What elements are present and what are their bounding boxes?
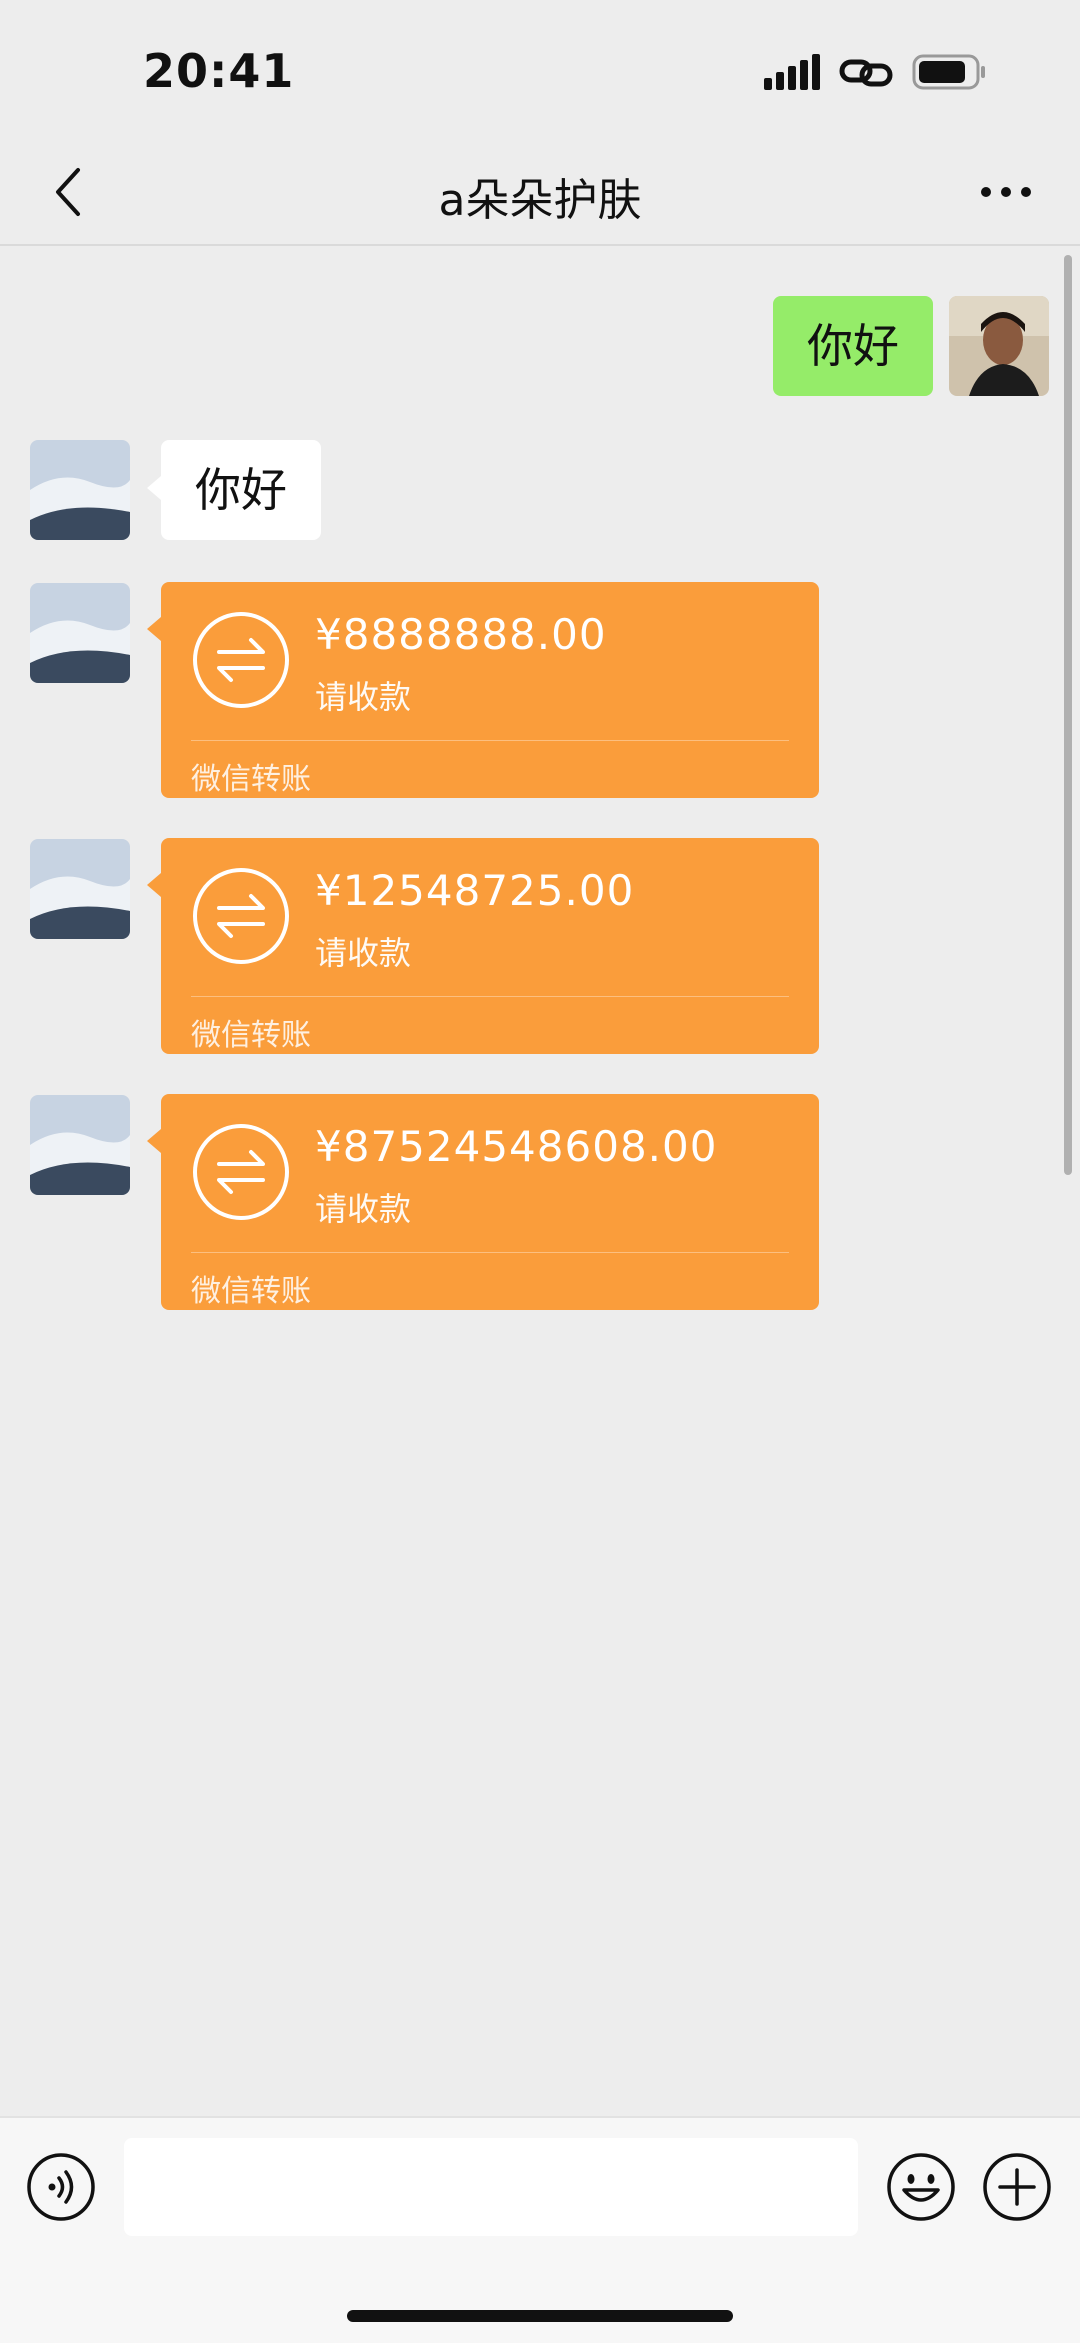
scrollbar[interactable] (1064, 255, 1072, 1175)
status-bar: 20:41 (0, 0, 1080, 140)
transfer-card[interactable]: ¥87524548608.00 请收款 微信转账 (161, 1094, 819, 1310)
home-indicator[interactable] (347, 2310, 733, 2322)
bubble-tail (147, 873, 161, 897)
bubble-tail (147, 617, 161, 641)
divider (191, 1252, 789, 1253)
bubble-tail (147, 1129, 161, 1153)
chat-title: a朵朵护肤 (438, 175, 642, 226)
transfer-label: 微信转账 (191, 762, 311, 797)
battery-icon (912, 54, 985, 90)
transfer-status: 请收款 (315, 934, 412, 972)
voice-icon[interactable] (26, 2152, 96, 2222)
input-bar (0, 2116, 1080, 2343)
contact-avatar[interactable] (30, 1095, 130, 1195)
divider (191, 740, 789, 741)
transfer-icon (193, 612, 289, 708)
message-text: 你好 (195, 463, 287, 517)
transfer-label: 微信转账 (191, 1274, 311, 1309)
link-icon (839, 59, 893, 87)
transfer-card[interactable]: ¥12548725.00 请收款 微信转账 (161, 838, 819, 1054)
signal-icon (764, 54, 820, 90)
contact-avatar[interactable] (30, 839, 130, 939)
emoji-icon[interactable] (886, 2152, 956, 2222)
status-time: 20:41 (143, 44, 295, 98)
bubble-tail (919, 334, 933, 358)
transfer-icon (193, 868, 289, 964)
transfer-label: 微信转账 (191, 1018, 311, 1053)
transfer-amount: ¥12548725.00 (315, 866, 635, 915)
transfer-amount: ¥87524548608.00 (315, 1122, 718, 1171)
transfer-amount: ¥8888888.00 (315, 610, 607, 659)
more-icon[interactable] (976, 166, 1036, 218)
divider (191, 996, 789, 997)
contact-avatar[interactable] (30, 440, 130, 540)
transfer-icon (193, 1124, 289, 1220)
transfer-card[interactable]: ¥8888888.00 请收款 微信转账 (161, 582, 819, 798)
plus-icon[interactable] (982, 2152, 1052, 2222)
incoming-message-bubble[interactable]: 你好 (161, 440, 321, 540)
transfer-status: 请收款 (315, 678, 412, 716)
nav-bar: a朵朵护肤 (0, 140, 1080, 246)
bubble-tail (147, 476, 161, 500)
my-avatar[interactable] (949, 296, 1049, 396)
transfer-status: 请收款 (315, 1190, 412, 1228)
message-input[interactable] (124, 2138, 858, 2236)
message-text: 你好 (807, 319, 899, 373)
outgoing-message-bubble[interactable]: 你好 (773, 296, 933, 396)
contact-avatar[interactable] (30, 583, 130, 683)
